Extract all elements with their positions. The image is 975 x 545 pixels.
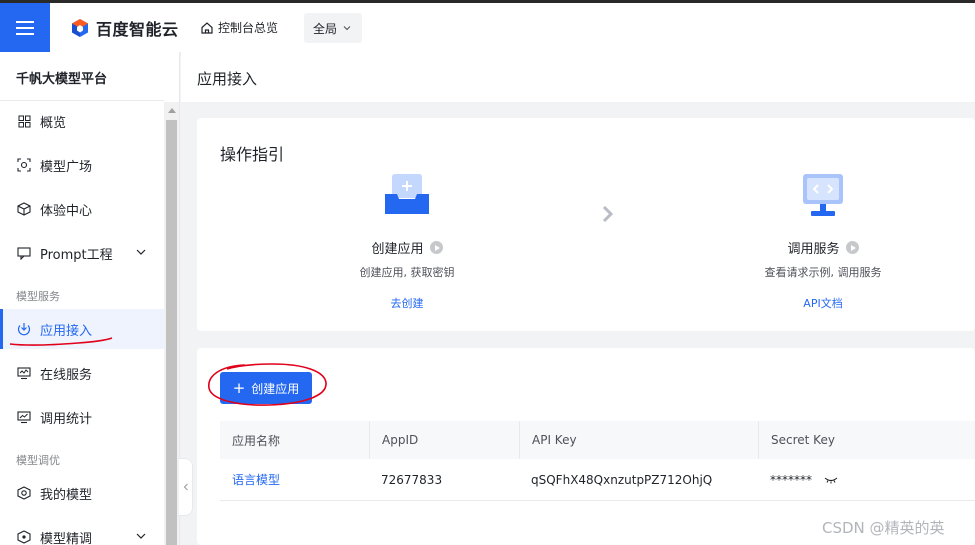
guide-title: 操作指引 <box>220 145 285 164</box>
tune-icon <box>16 529 32 545</box>
hamburger-line-icon <box>16 32 34 35</box>
sidebar-item-app-access[interactable]: 应用接入 <box>0 309 164 349</box>
cube-target-icon <box>16 485 32 501</box>
menu-toggle-button[interactable] <box>0 3 50 52</box>
home-icon <box>201 21 213 34</box>
sidebar: 千帆大模型平台 概览 模型广场 体验中心 Prompt工程 模型服务 应用接入 <box>0 52 180 545</box>
api-key-cell: qSQFhX48QxnzutpPZ712OhjQ <box>531 472 713 487</box>
cube-icon <box>16 201 32 217</box>
sidebar-item-model-tuning[interactable]: 模型精调 <box>0 517 164 545</box>
sidebar-item-label: 应用接入 <box>40 323 93 339</box>
sidebar-item-label: Prompt工程 <box>40 247 113 263</box>
sidebar-item-call-statistics[interactable]: 调用统计 <box>0 397 164 437</box>
sidebar-collapse-handle[interactable] <box>179 458 193 516</box>
scrollbar-thumb[interactable] <box>166 120 177 545</box>
sidebar-item-label: 我的模型 <box>40 487 93 503</box>
app-name-cell: 语言模型 <box>220 459 369 500</box>
guide-step-create-app: 创建应用 创建应用, 获取密钥 去创建 <box>307 174 507 311</box>
go-create-link[interactable]: 去创建 <box>307 295 507 311</box>
operation-guide-card: 操作指引 创建应用 创建应用, 获取密钥 去创建 调用服务 查看请求示例, 调用… <box>197 118 975 331</box>
api-docs-link[interactable]: API文档 <box>723 295 923 311</box>
brand-name: 百度智能云 <box>96 20 179 39</box>
create-app-button-label: 创建应用 <box>251 381 300 396</box>
secret-key-cell: ******* <box>758 459 975 500</box>
sidebar-item-label: 调用统计 <box>40 411 93 427</box>
sidebar-item-model-square[interactable]: 模型广场 <box>0 145 164 185</box>
play-video-icon[interactable] <box>845 241 859 254</box>
console-overview-link[interactable]: 控制台总览 <box>200 19 278 36</box>
sidebar-item-label: 概览 <box>40 115 67 131</box>
hamburger-line-icon <box>16 26 34 29</box>
step-name-label: 创建应用 <box>371 242 424 257</box>
sidebar-title: 千帆大模型平台 <box>16 72 108 87</box>
chevron-down-icon <box>136 249 146 255</box>
table-row: 语言模型 72677833 qSQFhX48QxnzutpPZ712OhjQ *… <box>220 459 975 501</box>
app-name-link[interactable]: 语言模型 <box>232 471 280 488</box>
column-header-secret-key: Secret Key <box>758 421 975 459</box>
guide-step-call-service: 调用服务 查看请求示例, 调用服务 API文档 <box>723 174 923 311</box>
region-select[interactable]: 全局 <box>304 13 362 43</box>
sidebar-item-label: 模型广场 <box>40 159 93 175</box>
chevron-left-icon <box>183 483 188 491</box>
sidebar-item-label: 模型精调 <box>40 531 93 545</box>
chevron-down-icon <box>343 26 351 31</box>
sidebar-item-prompt[interactable]: Prompt工程 <box>0 233 164 273</box>
console-overview-label: 控制台总览 <box>218 21 279 35</box>
prompt-icon <box>16 245 32 261</box>
app-table: 应用名称 AppID API Key Secret Key 语言模型 72677… <box>220 421 975 501</box>
column-header-app-name: 应用名称 <box>232 433 281 448</box>
sidebar-item-online-service[interactable]: 在线服务 <box>0 353 164 393</box>
sidebar-item-experience-center[interactable]: 体验中心 <box>0 189 164 229</box>
chevron-down-icon <box>136 533 146 539</box>
sidebar-scrollbar[interactable] <box>164 102 179 545</box>
step-description: 创建应用, 获取密钥 <box>359 266 455 279</box>
chart-monitor-icon <box>16 409 32 425</box>
step-name-label: 调用服务 <box>787 242 840 257</box>
step-description: 查看请求示例, 调用服务 <box>764 266 882 279</box>
column-header-app-id: AppID <box>369 421 519 459</box>
download-circle-icon <box>16 321 32 337</box>
sidebar-item-overview[interactable]: 概览 <box>0 101 164 141</box>
grid-icon <box>16 113 32 129</box>
play-video-icon[interactable] <box>429 241 443 254</box>
app-list-card: + 创建应用 应用名称 AppID API Key Secret Key 语言模… <box>197 348 975 545</box>
secret-key-masked: ******* <box>770 472 812 487</box>
brand-hexagon-icon <box>72 19 88 37</box>
step-name-call-service: 调用服务 <box>723 238 923 257</box>
create-app-illustration-icon <box>383 174 431 218</box>
model-square-icon <box>16 157 32 173</box>
hamburger-line-icon <box>16 20 34 23</box>
scroll-up-arrow-icon[interactable] <box>168 108 176 113</box>
create-app-button[interactable]: + 创建应用 <box>220 372 312 404</box>
page-title: 应用接入 <box>197 70 258 88</box>
chevron-right-icon <box>602 205 614 223</box>
region-select-value: 全局 <box>313 21 338 36</box>
call-service-illustration-icon <box>799 174 847 218</box>
brand-logo[interactable]: 百度智能云 <box>70 17 179 39</box>
table-header: 应用名称 AppID API Key Secret Key <box>220 421 975 459</box>
eye-closed-icon[interactable] <box>824 475 838 485</box>
sidebar-group-model-service: 模型服务 <box>16 290 60 303</box>
plus-icon: + <box>232 378 246 397</box>
page-header: 应用接入 <box>181 52 975 102</box>
watermark: CSDN @精英的英 <box>822 519 945 537</box>
sidebar-group-model-tuning: 模型调优 <box>16 454 60 467</box>
monitor-wave-icon <box>16 365 32 381</box>
sidebar-item-label: 体验中心 <box>40 203 93 219</box>
sidebar-item-my-models[interactable]: 我的模型 <box>0 473 164 513</box>
app-id-cell: 72677833 <box>381 472 443 487</box>
top-bar: 百度智能云 控制台总览 全局 <box>0 0 975 52</box>
step-name-create-app: 创建应用 <box>307 238 507 257</box>
sidebar-item-label: 在线服务 <box>40 367 93 383</box>
column-header-api-key: API Key <box>519 421 758 459</box>
